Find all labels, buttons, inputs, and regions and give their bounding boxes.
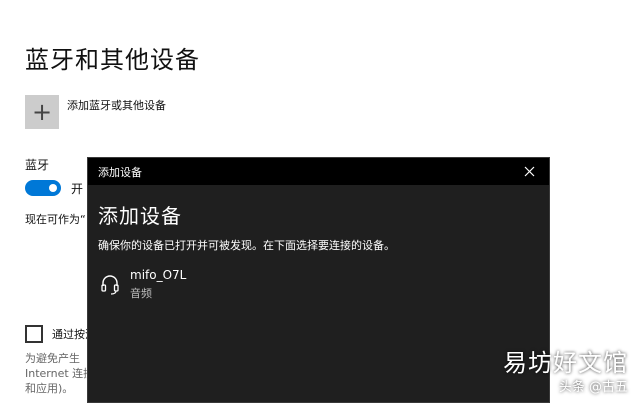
add-device-label: 添加蓝牙或其他设备 — [67, 99, 166, 112]
toggle-knob — [49, 184, 57, 192]
watermark: 易坊好文馆 头条 @古五 — [503, 343, 628, 395]
metered-description: 为避免产生 Internet 连接 和应用)。 — [25, 351, 94, 396]
metered-desc-line: Internet 连接 — [25, 367, 95, 380]
watermark-author: 头条 @古五 — [558, 380, 628, 395]
discoverable-text: 现在可作为“ — [25, 213, 86, 226]
device-type: 音频 — [130, 287, 152, 300]
page-title: 蓝牙和其他设备 — [25, 46, 200, 74]
add-device-dialog: 添加设备 添加设备 确保你的设备已打开并可被发现。在下面选择要连接的设备。 mi… — [87, 157, 550, 403]
dialog-title: 添加设备 — [98, 165, 142, 179]
bluetooth-toggle[interactable] — [25, 180, 61, 196]
toggle-state-label: 开 — [71, 182, 84, 196]
metered-connection-option[interactable]: 通过按流 — [25, 325, 96, 343]
device-list-item[interactable]: mifo_O7L 音频 — [96, 268, 296, 306]
device-name: mifo_O7L — [130, 268, 187, 282]
metered-desc-line: 和应用)。 — [25, 382, 74, 395]
metered-desc-line: 为避免产生 — [25, 352, 80, 365]
add-device-button[interactable]: + 添加蓝牙或其他设备 — [25, 95, 166, 129]
dialog-heading: 添加设备 — [98, 204, 182, 228]
headset-icon — [101, 275, 119, 295]
close-button[interactable] — [509, 158, 549, 185]
plus-icon: + — [25, 95, 59, 129]
metered-checkbox[interactable] — [25, 325, 43, 343]
watermark-title: 易坊好文馆 — [503, 349, 628, 377]
bluetooth-label: 蓝牙 — [25, 158, 50, 172]
close-icon — [524, 166, 534, 177]
dialog-instruction: 确保你的设备已打开并可被发现。在下面选择要连接的设备。 — [98, 239, 395, 252]
dialog-titlebar: 添加设备 — [88, 158, 549, 185]
